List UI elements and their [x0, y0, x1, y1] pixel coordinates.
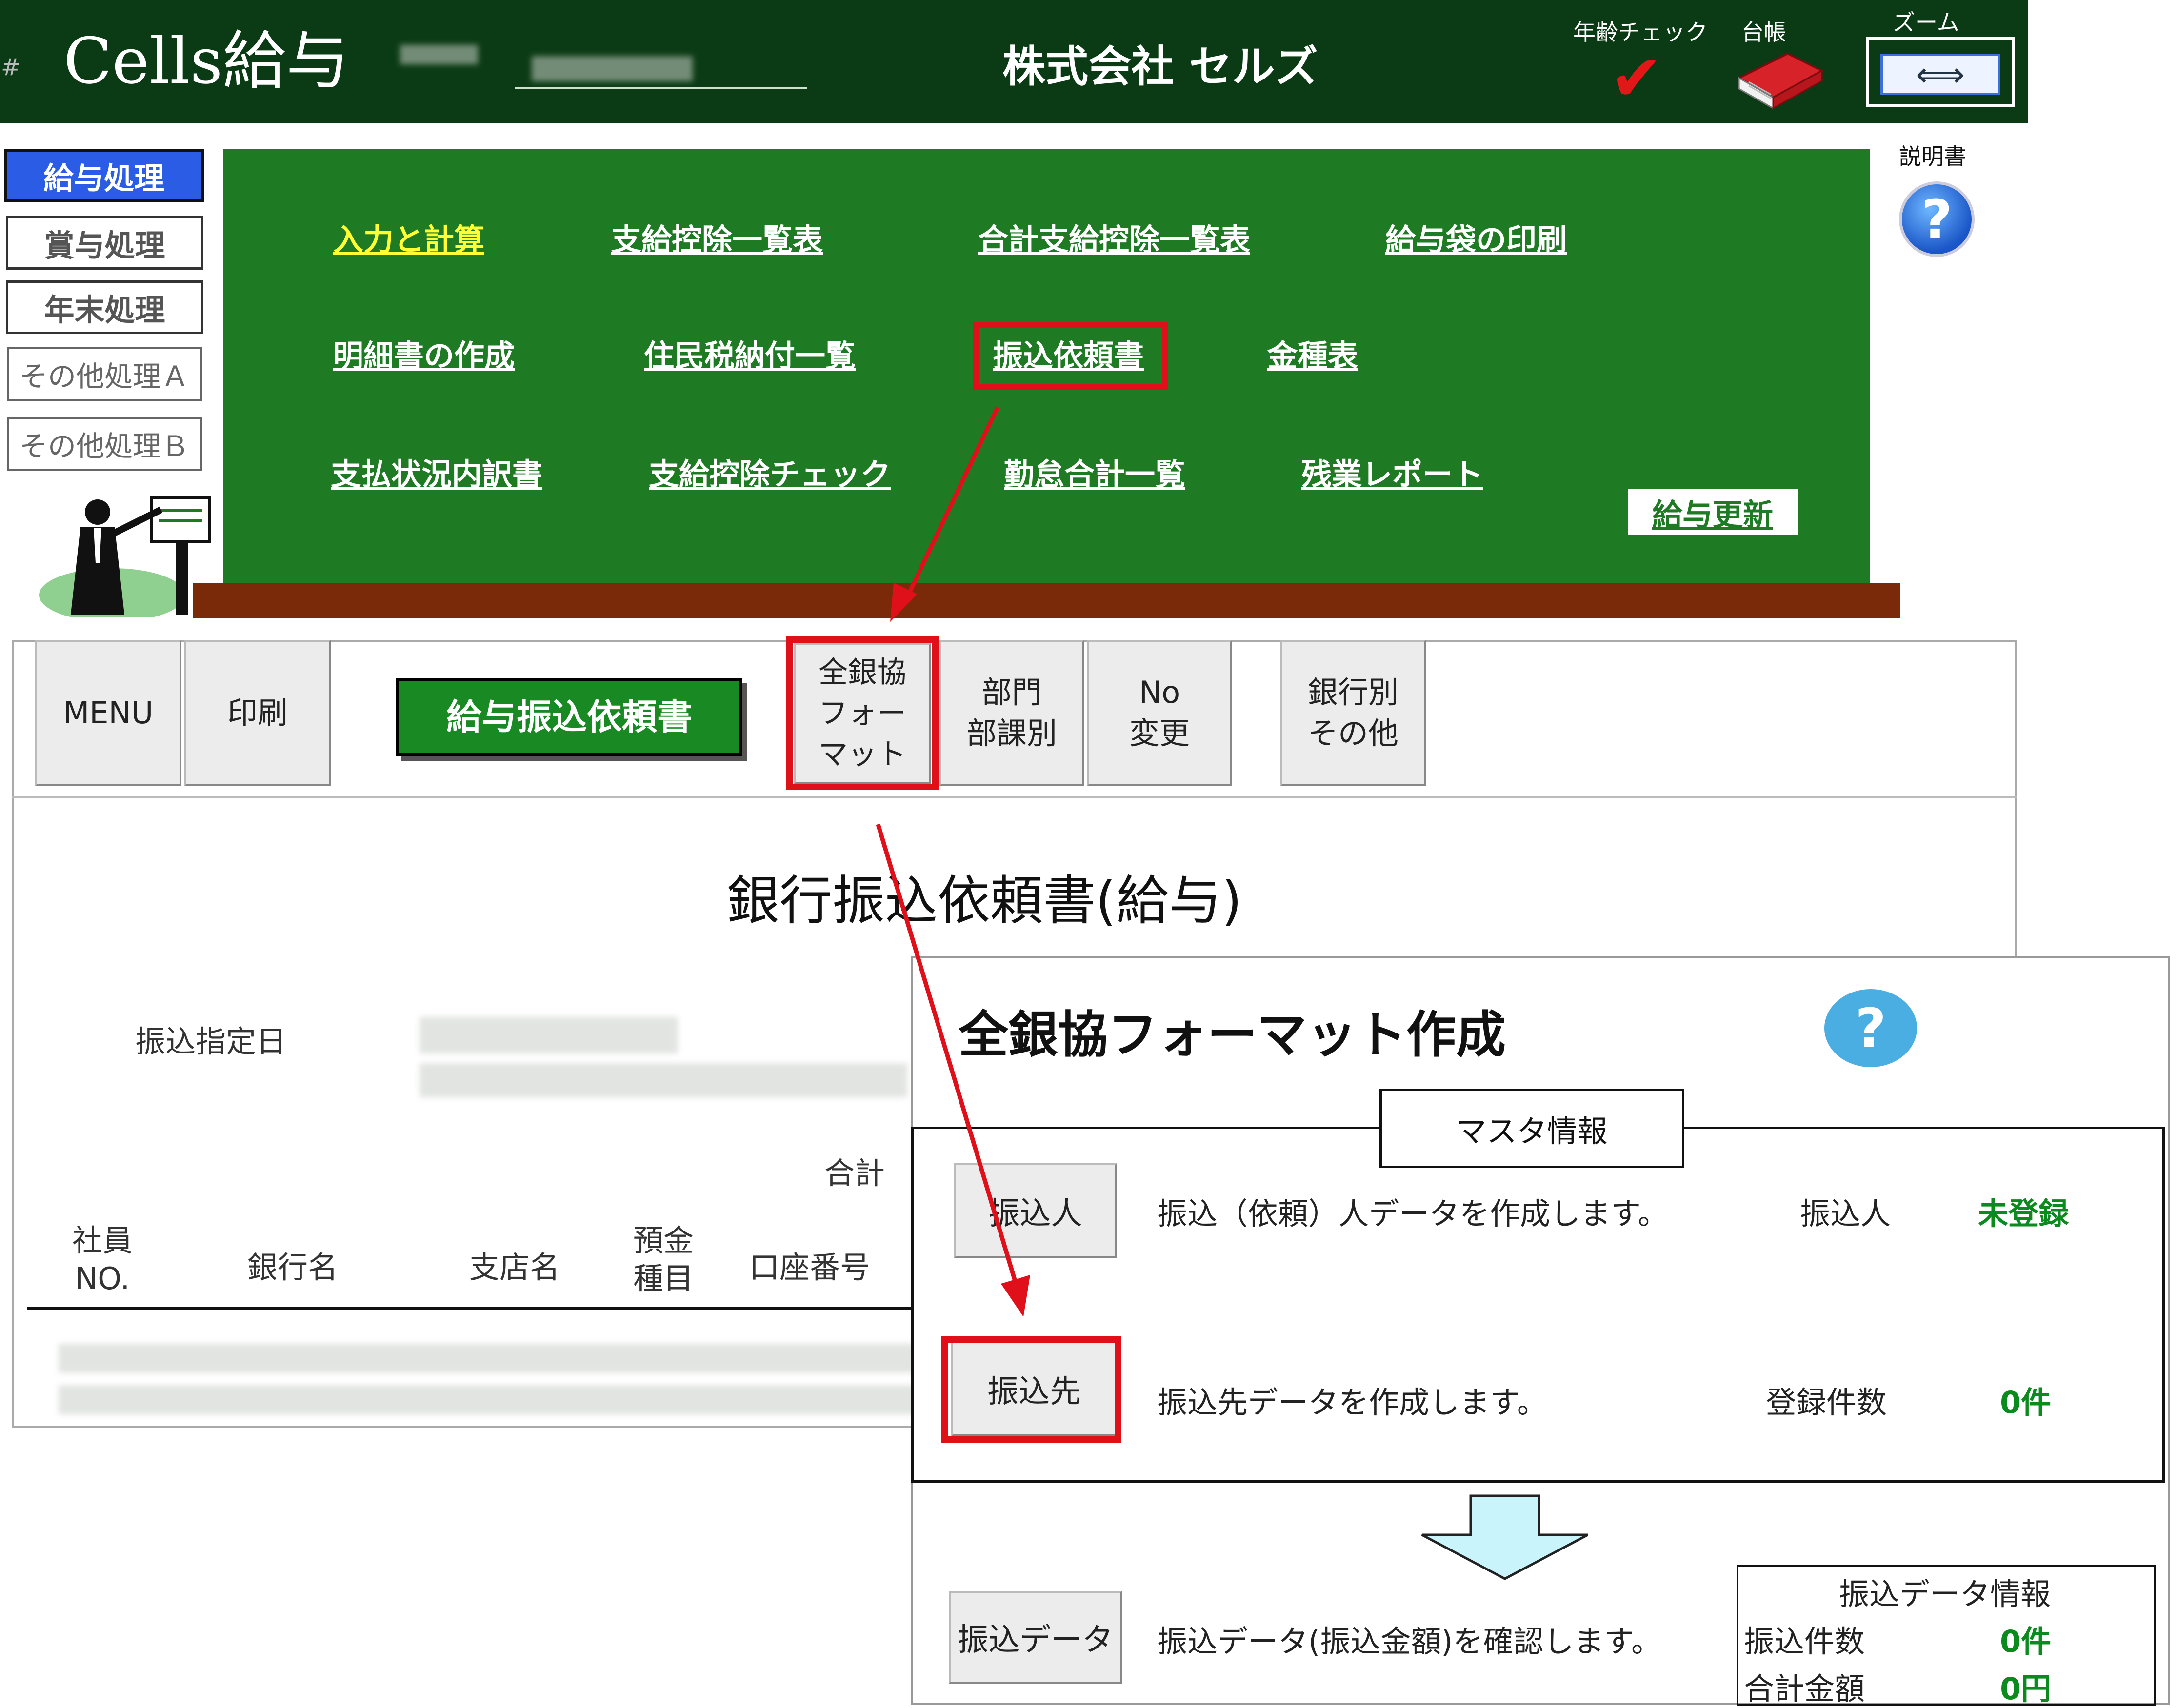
highlight-box: [941, 1336, 1121, 1443]
transfer-data-info-title: 振込データ情報: [1839, 1576, 2051, 1612]
salary-update-button[interactable]: 給与更新: [1628, 489, 1798, 535]
transfer-data-description: 振込データ(振込金額)を確認します。: [1157, 1624, 1662, 1659]
link-pay-envelope-print[interactable]: 給与袋の印刷: [1385, 220, 1567, 259]
link-resident-tax-list[interactable]: 住民税納付一覧: [644, 337, 856, 376]
print-button[interactable]: 印刷: [184, 640, 331, 786]
master-info-title: マスタ情報: [1379, 1089, 1684, 1168]
zoom-arrows-icon: ⟺: [1880, 54, 2000, 95]
department-button[interactable]: 部門 部課別: [939, 640, 1084, 786]
sidebar-item-salary[interactable]: 給与処理: [4, 149, 204, 202]
column-header-deposit-type: 預金 種目: [633, 1223, 694, 1296]
link-create-statement[interactable]: 明細書の作成: [333, 337, 515, 376]
transferor-status: 未登録: [1978, 1196, 2069, 1231]
redacted-text: [420, 1017, 678, 1053]
designated-date-label: 振込指定日: [135, 1024, 287, 1059]
highlight-box: [973, 322, 1168, 390]
column-header-employee-no: 社員 NO.: [72, 1223, 133, 1296]
app-title: Cells給与: [63, 24, 350, 98]
salary-transfer-request-button[interactable]: 給与振込依頼書: [396, 678, 742, 756]
destination-description: 振込先データを作成します。: [1157, 1385, 1547, 1420]
column-header-bank: 銀行名: [247, 1250, 338, 1285]
link-total-payment-deduction-list[interactable]: 合計支給控除一覧表: [978, 220, 1250, 259]
transfer-count-value: 0件: [2000, 1624, 2052, 1659]
registered-count-label: 登録件数: [1766, 1385, 1887, 1420]
link-payment-deduction-list[interactable]: 支給控除一覧表: [611, 220, 823, 259]
dialog-title: 全銀協フォーマット作成: [959, 1006, 1506, 1064]
total-amount-label: 合計金額: [1744, 1671, 1865, 1707]
ledger-label: 台帳: [1741, 19, 1786, 45]
table-header-rule: [27, 1307, 919, 1310]
redacted-text: [420, 1063, 907, 1097]
registered-count-value: 0件: [2000, 1385, 2052, 1420]
table-row: [59, 1344, 917, 1373]
header-underline: [515, 87, 807, 89]
no-change-button[interactable]: No 変更: [1087, 640, 1232, 786]
sidebar-item-other-a[interactable]: その他処理Ａ: [7, 347, 202, 401]
help-icon[interactable]: ?: [1824, 989, 1917, 1067]
hash-mark: #: [1, 54, 21, 81]
toolbar-divider: [12, 796, 2017, 798]
link-denomination-table[interactable]: 金種表: [1267, 337, 1358, 376]
link-input-calc[interactable]: 入力と計算: [333, 220, 484, 259]
company-name: 株式会社 セルズ: [1002, 41, 1318, 92]
sidebar-item-yearend[interactable]: 年末処理: [6, 280, 203, 334]
transfer-data-button[interactable]: 振込データ: [949, 1591, 1122, 1684]
link-attendance-total[interactable]: 勤怠合計一覧: [1004, 455, 1185, 494]
down-arrow-icon: [1417, 1493, 1593, 1581]
help-icon[interactable]: ?: [1899, 181, 1975, 257]
link-overtime-report[interactable]: 残業レポート: [1301, 455, 1483, 494]
checkmark-icon[interactable]: ✔: [1610, 46, 1663, 110]
redacted-text: [532, 56, 693, 81]
sidebar-item-other-b[interactable]: その他処理Ｂ: [7, 417, 202, 471]
column-header-branch: 支店名: [469, 1250, 560, 1285]
manual-label: 説明書: [1899, 143, 1966, 170]
total-label: 合計: [824, 1155, 885, 1191]
board-ledge: [193, 583, 1900, 618]
binder-icon[interactable]: [1729, 49, 1827, 112]
table-row: [59, 1385, 917, 1414]
zoom-label: ズーム: [1893, 9, 1959, 36]
link-payment-deduction-check[interactable]: 支給控除チェック: [649, 455, 891, 494]
transferor-description: 振込（依頼）人データを作成します。: [1157, 1196, 1668, 1231]
link-payment-breakdown[interactable]: 支払状況内訳書: [331, 455, 542, 494]
redacted-text: [400, 45, 478, 64]
by-bank-button[interactable]: 銀行別 その他: [1280, 640, 1426, 786]
transferor-label: 振込人: [1800, 1196, 1891, 1231]
column-header-account-no: 口座番号: [749, 1250, 870, 1285]
total-amount-value: 0円: [2000, 1671, 2052, 1707]
sidebar-item-bonus[interactable]: 賞与処理: [6, 216, 203, 270]
menu-button[interactable]: MENU: [35, 640, 181, 786]
presenter-illustration: [39, 490, 215, 622]
document-title: 銀行振込依頼書(給与): [727, 871, 1242, 932]
transfer-count-label: 振込件数: [1744, 1624, 1865, 1659]
highlight-box: [786, 636, 939, 790]
transferor-button[interactable]: 振込人: [954, 1163, 1117, 1258]
